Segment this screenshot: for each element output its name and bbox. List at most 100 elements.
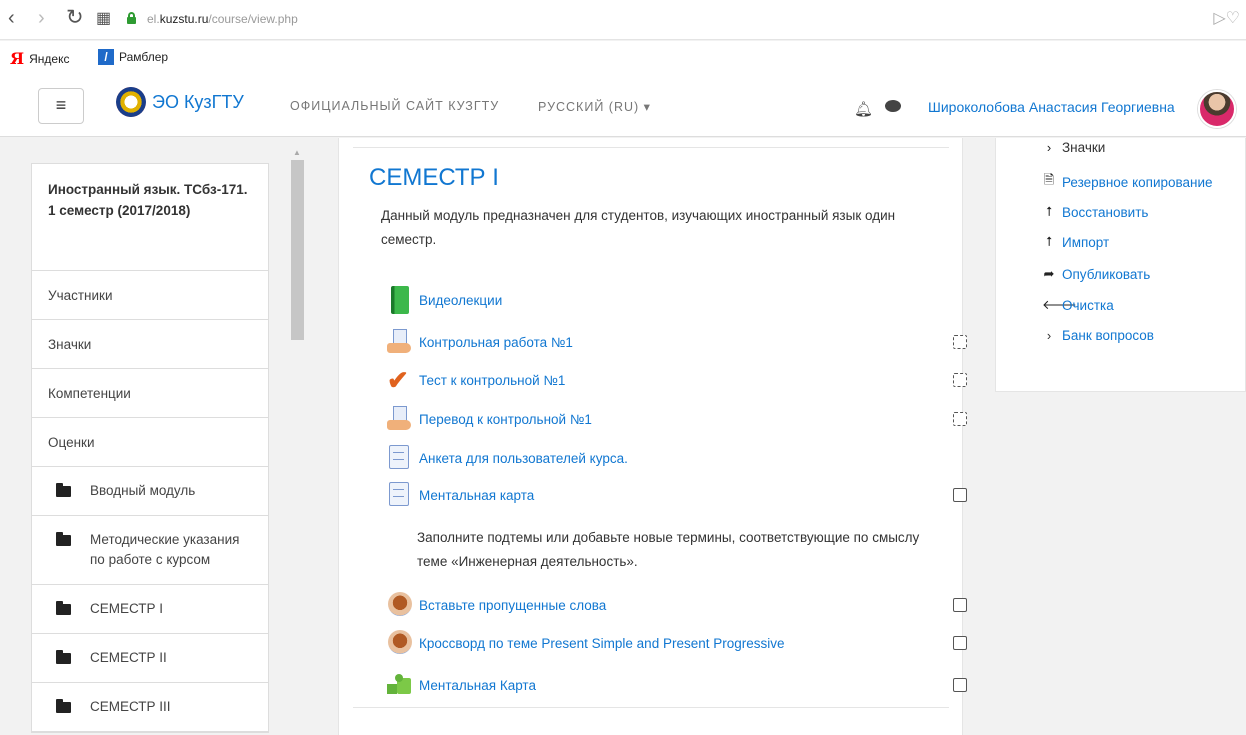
drawer-section-guidelines[interactable]: Методические указания по работе с курсом (32, 516, 268, 585)
brand-name: ЭО КузГТУ (152, 91, 244, 112)
menu-toggle-button[interactable]: ≡ (38, 88, 84, 124)
yandex-icon: Я (10, 49, 25, 68)
import-icon: ⭡ (1045, 234, 1053, 249)
drawer-panel: Иностранный язык. ТСбз-171. 1 семестр (2… (31, 163, 269, 733)
activity-link[interactable]: Видеолекции (419, 293, 502, 308)
reload-icon[interactable]: ↻ (66, 7, 84, 28)
drawer-section-label: СЕМЕСТР II (90, 650, 167, 665)
completion-checkbox[interactable] (953, 636, 967, 650)
bookmark-label: Рамблер (119, 50, 169, 64)
drawer-item-competencies[interactable]: Компетенции (32, 369, 268, 418)
admin-item-badges[interactable]: › Значки (1042, 140, 1105, 155)
avatar[interactable] (1198, 90, 1236, 128)
drawer-section-intro[interactable]: Вводный модуль (32, 467, 268, 516)
nav-drawer: Иностранный язык. ТСбз-171. 1 семестр (2… (0, 138, 310, 735)
notifications-bell-icon[interactable]: 🔔︎ (854, 100, 873, 118)
completion-checkbox[interactable] (953, 335, 967, 349)
admin-item-label: Восстановить (1062, 204, 1149, 220)
admin-item-label: Значки (1062, 140, 1106, 155)
share-browser-icon[interactable]: ▷♡ (1213, 8, 1240, 28)
bookmark-rambler[interactable]: / Рамблер (98, 49, 168, 65)
drawer-section-label: Методические указания по работе с курсом (90, 532, 240, 567)
activity-link[interactable]: Ментальная карта (419, 488, 534, 503)
activity-link[interactable]: Тест к контрольной №1 (419, 373, 565, 388)
folder-icon (56, 699, 71, 713)
url-prefix: el. (147, 12, 160, 26)
admin-item-label: Опубликовать (1062, 266, 1151, 282)
browser-address-bar: ‹ › ↻ ▦ el.kuzstu.ru/course/view.php ▷♡ (0, 0, 1246, 40)
scrollbar-thumb[interactable] (291, 160, 304, 340)
admin-item-reset[interactable]: 🡐 Очистка (1042, 297, 1114, 313)
page-icon (387, 482, 413, 510)
official-site-link[interactable]: ОФИЦИАЛЬНЫЙ САЙТ КУЗГТУ (290, 99, 499, 113)
back-icon[interactable]: ‹ (8, 8, 15, 28)
drawer-section-semester-2[interactable]: СЕМЕСТР II (32, 634, 268, 683)
completion-checkbox[interactable] (953, 488, 967, 502)
hotpot-icon (387, 629, 413, 657)
completion-checkbox[interactable] (953, 412, 967, 426)
site-brand[interactable]: ЭО КузГТУ (116, 87, 244, 117)
activity-description: Заполните подтемы или добавьте новые тер… (417, 530, 920, 569)
admin-item-import[interactable]: ⭡ Импорт (1042, 234, 1109, 250)
drawer-section-semester-3[interactable]: СЕМЕСТР III (32, 683, 268, 732)
lock-icon (127, 12, 136, 24)
drawer-section-label: Вводный модуль (90, 483, 196, 498)
activity-link[interactable]: Ментальная Карта (419, 678, 536, 693)
activity-link[interactable]: Перевод к контрольной №1 (419, 412, 592, 427)
messages-chat-icon[interactable] (885, 100, 901, 112)
drawer-scrollbar[interactable]: ▲ (290, 148, 305, 735)
completion-checkbox[interactable] (953, 678, 967, 692)
admin-item-label: Импорт (1062, 234, 1110, 250)
url-path: /course/view.php (208, 12, 298, 26)
admin-item-backup[interactable]: 🗎︎ Резервное копирование (1042, 171, 1213, 193)
admin-item-question-bank[interactable]: › Банк вопросов (1042, 328, 1154, 343)
rambler-icon: / (98, 49, 114, 65)
drawer-item-badges[interactable]: Значки (32, 320, 268, 369)
folder-icon (56, 532, 71, 546)
section-title[interactable]: СЕМЕСТР I (369, 164, 499, 192)
url-host: kuzstu.ru (159, 12, 209, 26)
drawer-section-label: СЕМЕСТР III (90, 699, 171, 714)
activity-link[interactable]: Анкета для пользователей курса. (419, 451, 628, 466)
forward-icon[interactable]: › (38, 8, 45, 28)
backup-icon: 🗎︎ (1043, 172, 1055, 187)
drawer-course-title[interactable]: Иностранный язык. ТСбз-171. 1 семестр (2… (32, 164, 268, 271)
administration-block: › Значки 🗎︎ Резервное копирование ⭡ Восстан… (995, 138, 1246, 392)
folder-icon (56, 483, 71, 497)
admin-item-label: Резервное копирование (1062, 174, 1213, 190)
activity-link[interactable]: Вставьте пропущенные слова (419, 598, 606, 613)
drawer-item-grades[interactable]: Оценки (32, 418, 268, 467)
completion-checkbox[interactable] (953, 373, 967, 387)
completion-checkbox[interactable] (953, 598, 967, 612)
chevron-right-icon: › (1046, 140, 1052, 155)
folder-icon (56, 650, 71, 664)
activity-link[interactable]: Кроссворд по теме Present Simple and Pre… (419, 636, 785, 651)
admin-item-label: Банк вопросов (1062, 328, 1154, 343)
admin-item-publish[interactable]: ➦ Опубликовать (1042, 266, 1151, 282)
assignment-icon (387, 406, 413, 434)
drawer-item-participants[interactable]: Участники (32, 271, 268, 320)
university-logo-icon (116, 87, 146, 117)
bookmark-label: Яндекс (29, 51, 70, 66)
divider (353, 707, 949, 708)
user-menu-name[interactable]: Широколобова Анастасия Георгиевна (928, 99, 1175, 115)
hotpot-icon (387, 591, 413, 619)
language-menu[interactable]: РУССКИЙ (RU) ▾ (538, 99, 651, 114)
restore-icon: ⭡ (1045, 204, 1053, 219)
page-icon (387, 445, 413, 473)
bookmarks-bar: Я Яндекс / Рамблер (0, 41, 1246, 73)
scroll-up-icon[interactable]: ▲ (293, 148, 301, 157)
drawer-section-semester-1[interactable]: СЕМЕСТР I (32, 585, 268, 634)
tabs-grid-icon[interactable]: ▦ (96, 9, 111, 29)
drawer-section-label: СЕМЕСТР I (90, 601, 164, 616)
share-icon: ➦ (1043, 266, 1055, 281)
admin-item-restore[interactable]: ⭡ Восстановить (1042, 204, 1149, 220)
course-content: СЕМЕСТР I Данный модуль предназначен для… (338, 138, 967, 735)
top-navbar: ≡ ЭО КузГТУ ОФИЦИАЛЬНЫЙ САЙТ КУЗГТУ РУСС… (0, 73, 1246, 137)
url-field[interactable]: el.kuzstu.ru/course/view.php (147, 12, 298, 26)
chevron-right-icon: › (1046, 328, 1052, 343)
bookmark-yandex[interactable]: Я Яндекс (10, 49, 69, 68)
quiz-icon: ✔ (387, 366, 413, 394)
activity-link[interactable]: Контрольная работа №1 (419, 335, 573, 350)
puzzle-icon (387, 674, 413, 702)
